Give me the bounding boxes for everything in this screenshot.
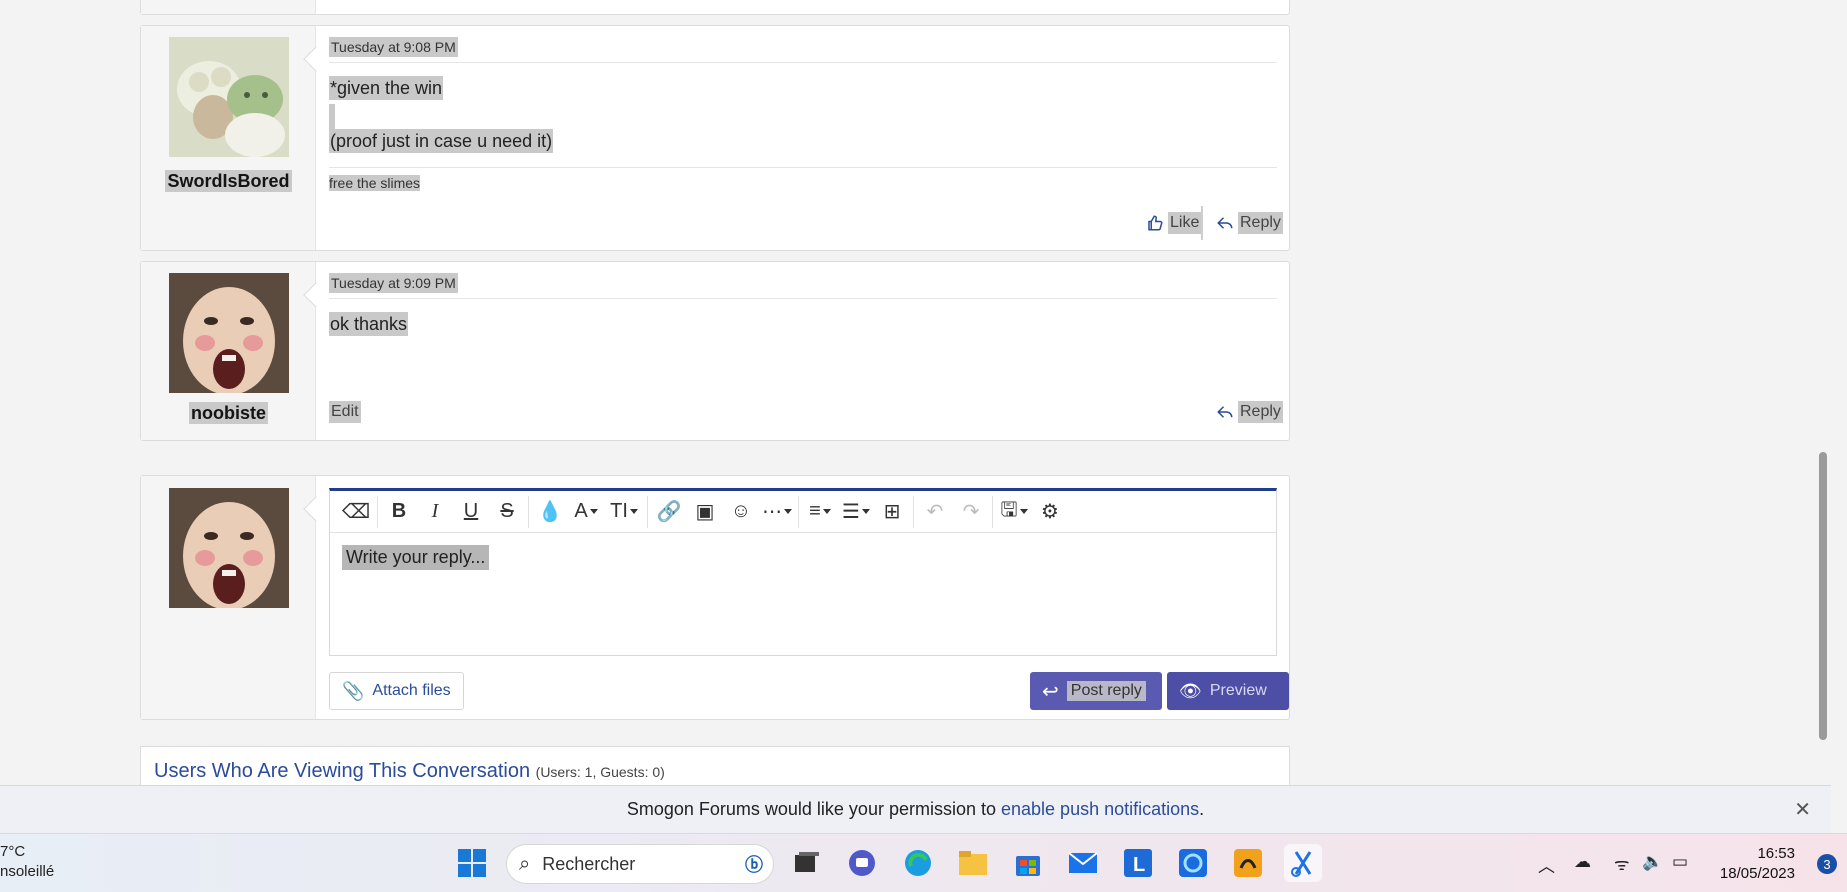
message-line: ok thanks bbox=[329, 312, 409, 336]
color-icon[interactable]: 💧 bbox=[532, 496, 568, 528]
file-explorer-icon[interactable] bbox=[954, 844, 992, 882]
more-icon[interactable]: ⋯ bbox=[759, 496, 795, 528]
paperclip-icon: 📎 bbox=[342, 680, 365, 701]
list-icon[interactable]: ☰ bbox=[838, 496, 874, 528]
forum-page: SwordIsBored Tuesday at 9:08 PM *given t… bbox=[0, 0, 1831, 833]
message-previous bbox=[140, 0, 1290, 15]
message-body: Tuesday at 9:09 PM ok thanks Edit Reply bbox=[329, 262, 1283, 440]
svg-text:L: L bbox=[1133, 854, 1145, 876]
taskbar-search[interactable]: ⌕ Rechercher ⓑ bbox=[506, 844, 774, 884]
teams-chat-icon[interactable] bbox=[843, 844, 881, 882]
reply-button[interactable]: Reply bbox=[1216, 401, 1283, 423]
toolbar-separator bbox=[377, 495, 378, 528]
bing-icon: ⓑ bbox=[745, 855, 763, 875]
onedrive-icon[interactable]: ☁ bbox=[1574, 852, 1591, 872]
weather-widget[interactable]: 7°C nsoleillé bbox=[0, 842, 54, 882]
divider bbox=[329, 62, 1277, 63]
user-column: SwordIsBored bbox=[141, 26, 316, 250]
message-body: Tuesday at 9:08 PM *given the win (proof… bbox=[329, 26, 1283, 250]
toolbar-separator bbox=[913, 495, 914, 528]
toolbar-separator bbox=[798, 495, 799, 528]
viewers-count: (Users: 1, Guests: 0) bbox=[535, 764, 665, 780]
settings-icon[interactable]: ⚙ bbox=[1032, 496, 1068, 528]
close-icon[interactable]: ✕ bbox=[1794, 797, 1811, 822]
enable-push-link[interactable]: enable push notifications bbox=[1001, 799, 1199, 820]
clock[interactable]: 16:53 18/05/2023 bbox=[1720, 844, 1795, 884]
user-column bbox=[141, 476, 316, 719]
game-app-icon[interactable] bbox=[1229, 844, 1267, 882]
snipping-tool-icon[interactable] bbox=[1284, 844, 1322, 882]
redo-icon[interactable]: ↷ bbox=[953, 496, 989, 528]
like-button[interactable]: Like bbox=[1146, 212, 1202, 234]
notification-badge[interactable]: 3 bbox=[1817, 854, 1837, 874]
italic-icon[interactable]: I bbox=[417, 496, 453, 528]
divider bbox=[329, 298, 1277, 299]
link-icon[interactable]: 🔗 bbox=[651, 496, 687, 528]
quick-reply: ⌫ B I U S 💧 A TI 🔗 ▣ ☺ ⋯ ≡ ☰ ⊞ ↶ ↷ 🖫 ⚙ W… bbox=[140, 475, 1290, 720]
font-icon[interactable]: A bbox=[568, 496, 604, 528]
toolbar-separator bbox=[992, 495, 993, 528]
action-separator bbox=[1201, 206, 1203, 240]
bold-icon[interactable]: B bbox=[381, 496, 417, 528]
reply-editor[interactable]: ⌫ B I U S 💧 A TI 🔗 ▣ ☺ ⋯ ≡ ☰ ⊞ ↶ ↷ 🖫 ⚙ W… bbox=[329, 488, 1277, 656]
push-notification-bar: Smogon Forums would like your permission… bbox=[0, 785, 1831, 833]
message-noobiste: noobiste Tuesday at 9:09 PM ok thanks Ed… bbox=[140, 261, 1290, 441]
attach-files-button[interactable]: 📎 Attach files bbox=[329, 672, 464, 710]
avatar[interactable] bbox=[169, 37, 289, 157]
align-icon[interactable]: ≡ bbox=[802, 496, 838, 528]
user-column: noobiste bbox=[141, 262, 316, 440]
strikethrough-icon[interactable]: S bbox=[489, 496, 525, 528]
circle-app-icon[interactable] bbox=[1174, 844, 1212, 882]
signature-divider bbox=[329, 167, 1277, 168]
reply-icon bbox=[1217, 217, 1233, 229]
toolbar-separator bbox=[647, 495, 648, 528]
image-icon[interactable]: ▣ bbox=[687, 496, 723, 528]
username[interactable]: noobiste bbox=[141, 402, 316, 424]
editor-toolbar: ⌫ B I U S 💧 A TI 🔗 ▣ ☺ ⋯ ≡ ☰ ⊞ ↶ ↷ 🖫 ⚙ bbox=[330, 491, 1276, 533]
toolbar-separator bbox=[528, 495, 529, 528]
reply-button[interactable]: Reply bbox=[1216, 212, 1283, 234]
thumbs-up-icon bbox=[1148, 215, 1163, 231]
edit-button[interactable]: Edit bbox=[329, 401, 361, 423]
drafts-icon[interactable]: 🖫 bbox=[996, 496, 1032, 528]
username[interactable]: SwordIsBored bbox=[141, 170, 316, 192]
preview-button[interactable]: 👁 Preview bbox=[1167, 672, 1289, 710]
message-swordisbored: SwordIsBored Tuesday at 9:08 PM *given t… bbox=[140, 25, 1290, 251]
undo-icon[interactable]: ↶ bbox=[917, 496, 953, 528]
show-hidden-icons[interactable]: ︿ bbox=[1538, 852, 1555, 877]
reply-icon bbox=[1217, 406, 1233, 418]
emoji-icon[interactable]: ☺ bbox=[723, 496, 759, 528]
message-date[interactable]: Tuesday at 9:08 PM bbox=[329, 37, 458, 57]
message-line: (proof just in case u need it) bbox=[329, 129, 554, 153]
message-line: *given the win bbox=[329, 76, 444, 100]
eraser-icon[interactable]: ⌫ bbox=[338, 496, 374, 528]
underline-icon[interactable]: U bbox=[453, 496, 489, 528]
font-size-icon[interactable]: TI bbox=[604, 496, 644, 528]
post-reply-button[interactable]: ↩ Post reply bbox=[1030, 672, 1162, 710]
signature: free the slimes bbox=[329, 175, 421, 191]
battery-icon[interactable]: ▭ bbox=[1672, 852, 1688, 872]
avatar[interactable] bbox=[169, 488, 289, 608]
table-icon[interactable]: ⊞ bbox=[874, 496, 910, 528]
windows-start-icon[interactable] bbox=[453, 844, 491, 882]
task-view-icon[interactable] bbox=[788, 844, 826, 882]
edge-icon[interactable] bbox=[899, 844, 937, 882]
l-app-icon[interactable]: L bbox=[1119, 844, 1157, 882]
search-icon: ⌕ bbox=[519, 852, 531, 875]
user-column bbox=[141, 0, 316, 14]
mail-icon[interactable] bbox=[1064, 844, 1102, 882]
scrollbar-thumb[interactable] bbox=[1819, 452, 1827, 740]
viewers-title: Users Who Are Viewing This Conversation … bbox=[154, 760, 665, 782]
store-icon[interactable] bbox=[1009, 844, 1047, 882]
taskbar: 7°C nsoleillé ⌕ Rechercher ⓑ L ︿ ☁ ᯤ 🔈 ▭… bbox=[0, 833, 1847, 892]
volume-icon[interactable]: 🔈 bbox=[1642, 852, 1663, 872]
avatar[interactable] bbox=[169, 273, 289, 393]
reply-icon: ↩ bbox=[1042, 680, 1059, 703]
wifi-icon[interactable]: ᯤ bbox=[1614, 852, 1630, 875]
reply-input[interactable]: Write your reply... bbox=[342, 545, 490, 570]
message-date[interactable]: Tuesday at 9:09 PM bbox=[329, 273, 458, 293]
eye-icon: 👁 bbox=[1179, 680, 1202, 701]
scrollbar[interactable]: ▼ bbox=[1815, 0, 1831, 833]
